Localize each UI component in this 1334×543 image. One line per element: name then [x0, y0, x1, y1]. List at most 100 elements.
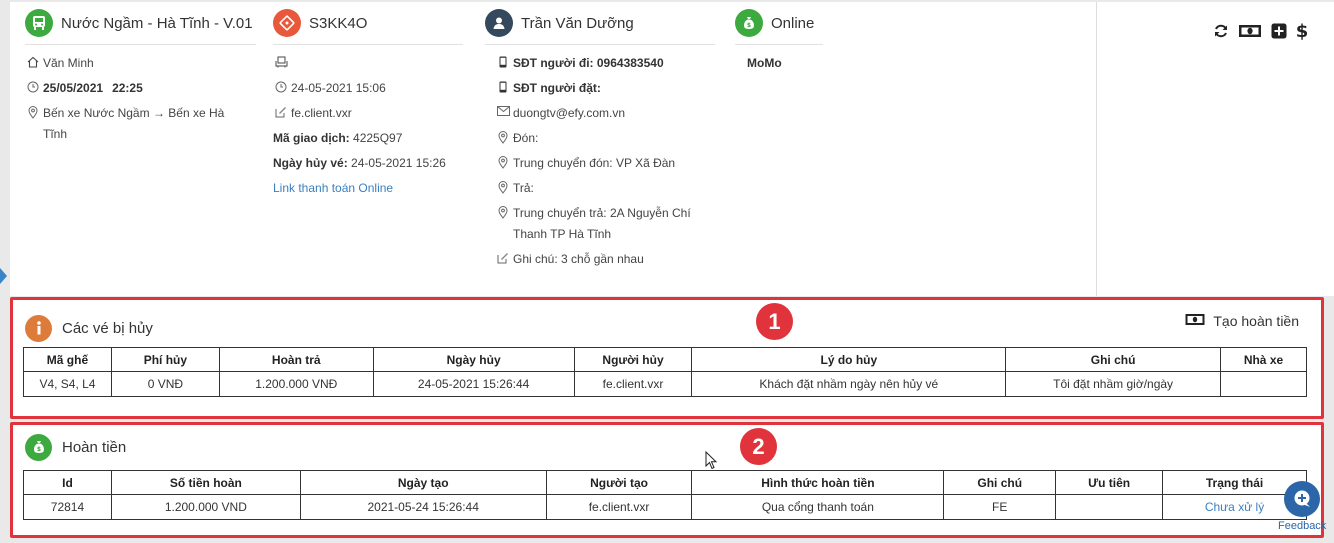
money-bag-icon: $ [25, 433, 52, 461]
cancelled-tickets-table: Mã ghế Phí hủy Hoàn trả Ngày hủy Người h… [23, 347, 1308, 397]
column-header: Ngày hủy [372, 347, 575, 372]
annotation-badge-1: 1 [756, 303, 793, 340]
create-refund-button[interactable]: Tạo hoàn tiền [1185, 313, 1299, 329]
table-row: V4, S4, L4 0 VNĐ 1.200.000 VNĐ 24-05-202… [23, 371, 1308, 397]
map-marker-icon [495, 206, 511, 219]
route-row: Bến xe Nước Ngầm → Bến xe Hà Tĩnh [25, 103, 256, 145]
route-title: Nước Ngầm - Hà Tĩnh - V.01 [61, 14, 253, 32]
departure-date: 25/05/2021 [43, 81, 104, 95]
transaction-label: Mã giao dịch: [273, 131, 350, 145]
cancel-date-cell: 24-05-2021 15:26:44 [372, 371, 575, 397]
departure-row: 25/05/2021 22:25 [25, 78, 256, 103]
cancel-reason-cell: Khách đặt nhầm ngày nên hủy vé [691, 371, 1007, 397]
note-row: Ghi chú: 3 chỗ gần nhau [495, 249, 715, 274]
chat-plus-icon [1294, 490, 1310, 507]
customer-email: duongtv@efy.com.vn [513, 106, 626, 120]
cancelled-tickets-title: Các vé bị hủy [62, 319, 153, 337]
refund-id-cell: 72814 [23, 494, 112, 520]
money-bag-icon: $ [735, 9, 763, 37]
refund-method-cell: Qua cổng thanh toán [691, 494, 945, 520]
toolbar: $ [1213, 22, 1308, 40]
column-header: Người tạo [545, 470, 693, 495]
plus-square-icon[interactable] [1271, 23, 1287, 39]
map-marker-icon [25, 106, 41, 119]
svg-text:$: $ [1296, 22, 1308, 40]
route-path: Bến xe Nước Ngầm → Bến xe Hà Tĩnh [43, 106, 225, 141]
svg-text:$: $ [36, 446, 40, 453]
column-header: Id [23, 470, 112, 495]
payment-column: $ Online MoMo [735, 2, 823, 78]
column-header: Ưu tiên [1055, 470, 1164, 495]
ticket-created-at: 24-05-2021 15:06 [291, 81, 386, 95]
column-header: Mã ghế [23, 347, 112, 372]
payment-status: Online [771, 14, 815, 32]
cash-icon [1185, 313, 1205, 329]
pickup-transfer: Trung chuyển đón: VP Xã Đàn [513, 156, 676, 170]
refund-table: Id Số tiền hoàn Ngày tạo Người tạo Hình … [23, 470, 1307, 520]
refund-amount-cell: 1.200.000 VND [110, 494, 301, 520]
feedback-widget[interactable]: Feedback [1278, 479, 1328, 535]
created-by-cell: fe.client.vxr [545, 494, 693, 520]
home-icon [25, 56, 41, 68]
mobile-icon [495, 56, 511, 68]
seat-icon [273, 56, 289, 68]
creator-row: fe.client.vxr [273, 103, 463, 128]
customer-header: Trần Văn Dưỡng [485, 2, 715, 45]
refund-status-link[interactable]: Chưa xử lý [1205, 500, 1264, 514]
column-header: Hoàn trả [218, 347, 374, 372]
dropoff-row: Trả: [495, 178, 715, 203]
refund-header: $ Hoàn tiền [13, 425, 1321, 469]
create-refund-label: Tạo hoàn tiền [1213, 313, 1299, 329]
trip-header: Nước Ngầm - Hà Tĩnh - V.01 [25, 2, 256, 45]
info-icon [25, 314, 52, 342]
pickup-row: Đón: [495, 128, 715, 153]
payment-link-row: Link thanh toán Online [273, 178, 463, 203]
booker-phone-row: SĐT người đặt: [495, 78, 715, 103]
refund-title: Hoàn tiền [62, 438, 127, 456]
traveler-phone-row: SĐT người đi: 0964383540 [495, 53, 715, 78]
dollar-icon[interactable]: $ [1296, 22, 1308, 40]
ticket-header: S3KK4O [273, 2, 463, 45]
email-row: duongtv@efy.com.vn [495, 103, 715, 128]
operator-cell [1219, 371, 1308, 397]
panel-edge-marker [0, 268, 7, 284]
edit-icon [273, 106, 289, 118]
cancelled-tickets-section: Các vé bị hủy 1 Tạo hoàn tiền Mã ghế Phí… [10, 297, 1324, 419]
pickup: Đón: [513, 131, 539, 145]
cancel-date-row: Ngày hủy vé: 24-05-2021 15:26 [273, 153, 463, 178]
note-cell: FE [943, 494, 1057, 520]
created-row: 24-05-2021 15:06 [273, 78, 463, 103]
seat-row [273, 53, 463, 78]
svg-text:$: $ [747, 22, 751, 29]
clock-icon [273, 81, 289, 93]
feedback-button[interactable] [1284, 481, 1320, 517]
ticket-column: S3KK4O 24-05-2021 15:06 fe.client.vxr Mã… [273, 2, 463, 203]
departure-time: 22:25 [112, 81, 143, 95]
bus-icon [25, 9, 53, 37]
ticket-icon [273, 9, 301, 37]
cancel-date-value: 24-05-2021 15:26 [351, 156, 446, 170]
table-row: 72814 1.200.000 VND 2021-05-24 15:26:44 … [23, 494, 1307, 520]
clock-icon [25, 81, 41, 93]
refresh-icon[interactable] [1213, 23, 1229, 39]
seat-cell: V4, S4, L4 [23, 371, 112, 397]
trip-column: Nước Ngầm - Hà Tĩnh - V.01 Văn Minh 25/0… [25, 2, 256, 145]
refund-section: $ Hoàn tiền 2 Id Số tiền hoàn Ngày tạo N… [10, 422, 1324, 538]
column-header: Nhà xe [1219, 347, 1308, 372]
map-marker-icon [495, 131, 511, 144]
map-marker-icon [495, 156, 511, 169]
dropoff-transfer-row: Trung chuyển trả: 2A Nguyễn Chí Thanh TP… [495, 203, 715, 245]
cancelled-tickets-header: Các vé bị hủy [13, 300, 1321, 346]
column-header: Hình thức hoàn tiền [691, 470, 945, 495]
annotation-badge-2: 2 [740, 428, 777, 465]
action-column: $ [1096, 2, 1334, 296]
column-header: Phí hủy [110, 347, 220, 372]
mobile-icon [495, 81, 511, 93]
cash-icon[interactable] [1238, 23, 1262, 39]
mouse-cursor-icon [705, 451, 718, 470]
transaction-row: Mã giao dịch: 4225Q97 [273, 128, 463, 153]
transaction-value: 4225Q97 [353, 131, 403, 145]
customer-note: Ghi chú: 3 chỗ gần nhau [513, 252, 644, 266]
column-header: Ngày tạo [299, 470, 547, 495]
online-payment-link[interactable]: Link thanh toán Online [273, 178, 393, 199]
